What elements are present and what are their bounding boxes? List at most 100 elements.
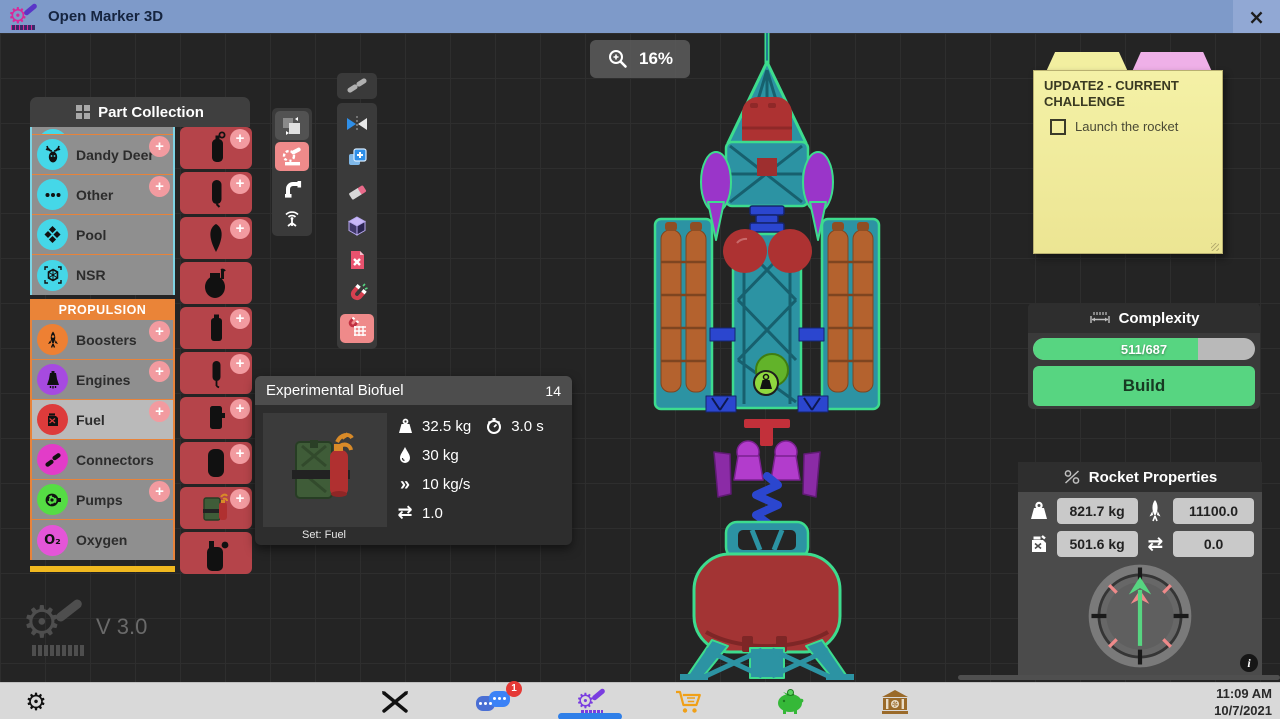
settings-gear-icon[interactable]: ⚙ — [20, 683, 52, 719]
fuel-mass-value: 501.6 kg — [1057, 531, 1138, 557]
app-window: ⚙ Open Marker 3D × Part Collection Dandy… — [0, 0, 1280, 719]
category-item-nsr[interactable]: NSR — [32, 255, 173, 295]
shop-cart-icon[interactable] — [670, 683, 708, 719]
taskbar: ⚙ 1 ⚙ 11:09 AM 10/7/2021 — [0, 682, 1280, 719]
category-scrollbar[interactable] — [30, 566, 175, 572]
pipe-tool-button[interactable] — [275, 173, 309, 202]
part-preview-image — [263, 413, 387, 527]
part-card-extinguisher-tank[interactable]: + — [180, 127, 252, 169]
chat-notification-badge: 1 — [506, 681, 522, 697]
add-part-button[interactable]: + — [230, 444, 250, 464]
grid-icon — [76, 105, 90, 119]
add-category-button[interactable]: + — [149, 321, 170, 342]
add-category-button[interactable]: + — [149, 361, 170, 382]
title-bar: ⚙ Open Marker 3D × — [0, 0, 1280, 33]
category-list-propulsion: Boosters + Engines + Fuel + Connectors — [30, 320, 175, 560]
mass-weight-icon — [395, 418, 415, 434]
part-card-small-capsule[interactable]: + — [180, 352, 252, 394]
add-part-button[interactable]: + — [230, 399, 250, 419]
part-card-teardrop-tank[interactable]: + — [180, 217, 252, 259]
rocket-properties-panel: Rocket Properties 821.7 kg 11100.0 501.6… — [1018, 462, 1262, 675]
battle-crossed-rockets-icon[interactable] — [375, 683, 415, 719]
mirror-icon[interactable] — [340, 110, 374, 139]
task-checkbox[interactable] — [1050, 119, 1066, 135]
connector-tool-button[interactable] — [337, 73, 377, 99]
note-resize-handle[interactable] — [1211, 243, 1219, 251]
width-measure-icon — [1089, 311, 1111, 325]
flow-rate-icon: » — [395, 475, 415, 493]
stats-percent-icon — [1063, 469, 1081, 485]
add-category-button[interactable]: + — [149, 401, 170, 422]
thrust-rocket-icon — [1143, 499, 1169, 523]
zoom-in-icon — [607, 48, 629, 70]
category-item-pumps[interactable]: Pumps + — [32, 480, 173, 520]
add-category-button[interactable]: + — [149, 176, 170, 197]
category-item-engines[interactable]: Engines + — [32, 360, 173, 400]
part-card-canister-tank[interactable]: + — [180, 307, 252, 349]
antenna-tool-button[interactable] — [275, 204, 309, 233]
rocket-properties-title: Rocket Properties — [1089, 469, 1217, 486]
part-set-label: Set: Fuel — [255, 529, 393, 541]
transfer-icon: ⇄ — [395, 504, 415, 522]
category-item-fuel[interactable]: Fuel + — [32, 400, 173, 440]
category-item-boosters[interactable]: Boosters + — [32, 320, 173, 360]
part-card-experimental-biofuel[interactable]: + — [180, 487, 252, 529]
bank-building-icon[interactable] — [876, 683, 914, 719]
taskbar-clock[interactable]: 11:09 AM 10/7/2021 — [1214, 686, 1272, 719]
build-button[interactable]: Build — [1033, 366, 1255, 406]
category-item-other[interactable]: Other + — [32, 175, 173, 215]
part-card-round-tank[interactable] — [180, 262, 252, 304]
magnet-icon[interactable] — [340, 280, 374, 309]
horizontal-scrollbar[interactable] — [958, 675, 1280, 680]
category-item-pool[interactable]: Pool — [32, 215, 173, 255]
close-icon[interactable]: × — [1233, 0, 1280, 33]
cube-icon[interactable] — [340, 212, 374, 241]
rocket-model[interactable] — [615, 33, 925, 682]
add-category-button[interactable]: + — [149, 136, 170, 157]
burn-time-value: 3.0 s — [511, 418, 544, 435]
add-part-button[interactable]: + — [230, 354, 250, 374]
booster-rocket-icon — [37, 324, 68, 355]
category-item-oxygen[interactable]: O₂ Oxygen — [32, 520, 173, 560]
chat-icon[interactable]: 1 — [473, 683, 519, 719]
duplicate-icon[interactable] — [340, 144, 374, 173]
part-card-big-tank[interactable]: + — [180, 442, 252, 484]
snap-grid-icon[interactable] — [340, 314, 374, 343]
category-item-connectors[interactable]: Connectors — [32, 440, 173, 480]
fuel-can-icon — [1026, 533, 1052, 555]
add-part-button[interactable]: + — [230, 489, 250, 509]
add-category-button[interactable]: + — [149, 481, 170, 502]
flow-transfer-icon: ⇄ — [1143, 535, 1169, 554]
total-mass-value: 821.7 kg — [1057, 498, 1138, 524]
info-icon[interactable]: i — [1240, 654, 1258, 672]
part-collection-header[interactable]: Part Collection — [30, 97, 250, 127]
zoom-value: 16% — [639, 49, 673, 69]
add-part-button[interactable]: + — [230, 219, 250, 239]
part-card-capsule-tank[interactable]: + — [180, 172, 252, 214]
propulsion-section-header: PROPULSION — [30, 299, 175, 320]
orientation-compass — [1084, 560, 1196, 672]
part-card-box-tank[interactable]: + — [180, 397, 252, 439]
task-label: Launch the rocket — [1075, 119, 1178, 134]
delete-file-icon[interactable] — [340, 246, 374, 275]
deer-icon — [37, 139, 68, 170]
complexity-panel: Complexity 511/687 Build — [1028, 303, 1260, 409]
flow-rate-value: 10 kg/s — [422, 476, 470, 493]
hex-scan-icon — [37, 260, 68, 291]
category-item-dandy-deer[interactable]: Dandy Deer + — [32, 135, 173, 175]
zoom-indicator[interactable]: 16% — [590, 40, 690, 78]
add-part-button[interactable]: + — [230, 129, 250, 149]
add-part-button[interactable]: + — [230, 309, 250, 329]
active-app-indicator — [558, 713, 622, 719]
add-part-button[interactable]: + — [230, 174, 250, 194]
part-card-handle-tank[interactable] — [180, 532, 252, 574]
tooltip-title: Experimental Biofuel — [266, 382, 404, 399]
category-item-partial[interactable] — [32, 127, 173, 135]
complexity-progress-label: 511/687 — [1033, 338, 1255, 360]
fuel-drop-icon — [395, 446, 415, 464]
marker-tool-button[interactable] — [275, 142, 309, 171]
swap-panels-button[interactable] — [275, 111, 309, 140]
window-title: Open Marker 3D — [48, 8, 163, 25]
piggy-bank-icon[interactable] — [772, 683, 810, 719]
eraser-icon[interactable] — [340, 178, 374, 207]
